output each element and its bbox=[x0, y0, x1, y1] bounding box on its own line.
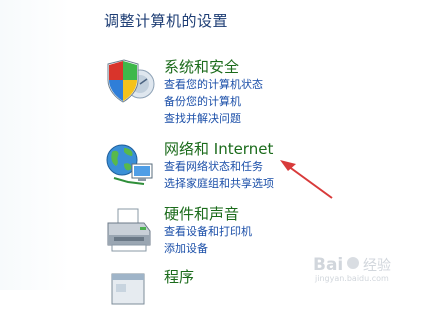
link-view-devices-printers[interactable]: 查看设备和打印机 bbox=[164, 223, 252, 240]
category-title[interactable]: 硬件和声音 bbox=[164, 205, 252, 223]
page-title: 调整计算机的设置 bbox=[104, 12, 229, 30]
link-homegroup-sharing[interactable]: 选择家庭组和共享选项 bbox=[164, 175, 274, 192]
svg-text:经验: 经验 bbox=[363, 258, 391, 274]
printer-icon[interactable] bbox=[104, 205, 158, 255]
link-find-fix-problems[interactable]: 查找并解决问题 bbox=[164, 110, 263, 127]
link-add-device[interactable]: 添加设备 bbox=[164, 240, 252, 257]
category-title[interactable]: 程序 bbox=[164, 268, 194, 286]
programs-icon[interactable] bbox=[104, 268, 158, 318]
shield-security-icon[interactable] bbox=[104, 58, 158, 108]
svg-text:Bai: Bai bbox=[313, 255, 343, 275]
category-title[interactable]: 系统和安全 bbox=[164, 58, 263, 76]
link-backup-computer[interactable]: 备份您的计算机 bbox=[164, 93, 263, 110]
network-globe-icon[interactable] bbox=[104, 140, 158, 190]
link-view-network-status[interactable]: 查看网络状态和任务 bbox=[164, 158, 274, 175]
link-view-computer-status[interactable]: 查看您的计算机状态 bbox=[164, 76, 263, 93]
svg-text:jingyan.baidu.com: jingyan.baidu.com bbox=[314, 274, 389, 283]
category-title[interactable]: 网络和 Internet bbox=[164, 140, 274, 158]
baidu-watermark-logo: Bai 经验 jingyan.baidu.com bbox=[311, 250, 407, 284]
